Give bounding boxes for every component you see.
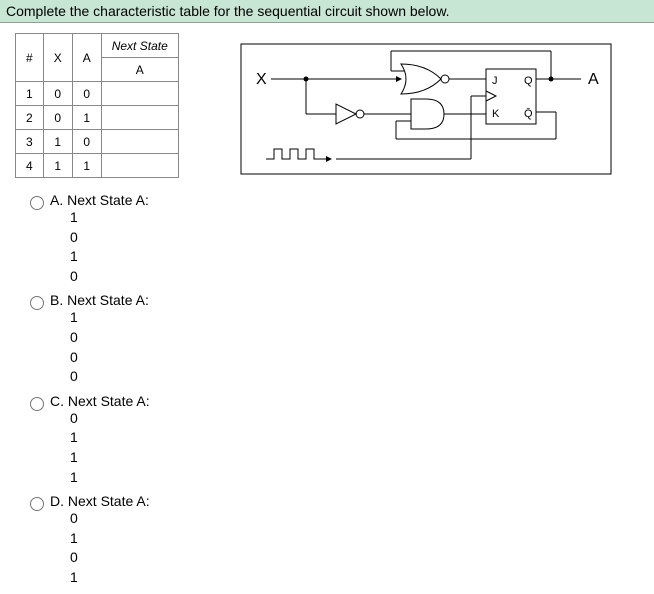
th-a: A xyxy=(72,34,101,82)
option-b[interactable]: B. Next State A: 1 0 0 0 xyxy=(30,292,654,386)
label-x: X xyxy=(256,71,267,88)
label-q: Q xyxy=(524,75,533,87)
radio-b[interactable] xyxy=(30,296,44,310)
options-list: A. Next State A: 1 0 1 0 B. Next State A… xyxy=(0,182,654,588)
th-num: # xyxy=(16,34,44,82)
th-next: Next State xyxy=(101,34,178,58)
radio-d[interactable] xyxy=(30,497,44,511)
radio-a[interactable] xyxy=(30,196,44,210)
table-row: 3 1 0 xyxy=(16,130,179,154)
table-row: 1 0 0 xyxy=(16,82,179,106)
th-next-sub: A xyxy=(101,58,178,82)
main-panel: # X A Next State A 1 0 0 2 0 1 3 xyxy=(0,23,654,182)
page-title: Complete the characteristic table for th… xyxy=(0,0,654,23)
label-k: K xyxy=(492,108,500,120)
table-row: 4 1 1 xyxy=(16,154,179,178)
label-qbar: Q̄ xyxy=(524,107,533,120)
th-x: X xyxy=(43,34,72,82)
radio-c[interactable] xyxy=(30,397,44,411)
table-row: 2 0 1 xyxy=(16,106,179,130)
circuit-diagram: X J Q K Q̄ xyxy=(199,33,654,182)
label-j: J xyxy=(492,75,498,87)
option-d[interactable]: D. Next State A: 0 1 0 1 xyxy=(30,493,654,587)
option-c[interactable]: C. Next State A: 0 1 1 1 xyxy=(30,393,654,487)
option-a[interactable]: A. Next State A: 1 0 1 0 xyxy=(30,192,654,286)
truth-table: # X A Next State A 1 0 0 2 0 1 3 xyxy=(15,33,179,182)
label-a: A xyxy=(588,71,599,88)
